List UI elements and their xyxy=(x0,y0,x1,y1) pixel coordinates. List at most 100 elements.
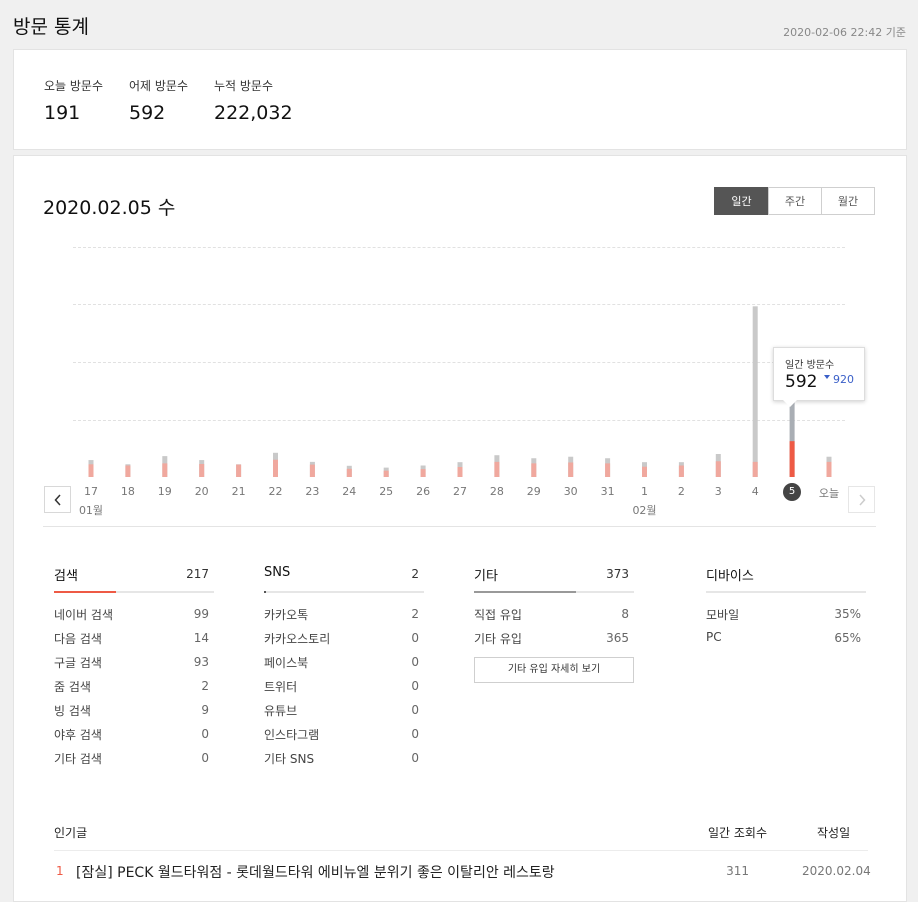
popular-date-header: 작성일 xyxy=(817,826,851,840)
bar-visits-28[interactable] xyxy=(494,461,500,477)
source-share-bar xyxy=(264,591,266,593)
bar-visits-27[interactable] xyxy=(457,467,463,477)
popular-views-header: 일간 조회수 xyxy=(708,826,768,840)
x-tick-label[interactable]: 19 xyxy=(150,485,180,498)
x-tick-label[interactable]: 21 xyxy=(224,485,254,498)
x-tick-label[interactable]: 31 xyxy=(593,485,623,498)
source-row-label: 기타 SNS xyxy=(264,752,315,766)
bar-visits-오늘[interactable] xyxy=(826,461,832,477)
source-row-label: 유튜브 xyxy=(264,704,298,718)
bar-visits-3[interactable] xyxy=(715,461,721,477)
x-tick-label[interactable]: 24 xyxy=(334,485,364,498)
source-row-label: 다음 검색 xyxy=(54,632,102,646)
device-row-value: 65% xyxy=(834,631,861,645)
bar-visits-4[interactable] xyxy=(752,461,758,477)
bar-visits-21[interactable] xyxy=(236,464,242,477)
bar-visits-19[interactable] xyxy=(162,463,168,477)
bar-visits-31[interactable] xyxy=(605,463,611,477)
chart-bars xyxy=(88,306,832,478)
x-tick-label[interactable]: 20 xyxy=(187,485,217,498)
x-tick-label[interactable]: 2 xyxy=(666,485,696,498)
source-row-label: 줌 검색 xyxy=(54,680,91,694)
bar-visits-17[interactable] xyxy=(88,464,94,477)
source-row-value: 0 xyxy=(201,727,209,741)
source-count-0: 217 xyxy=(186,567,209,581)
bar-visits-29[interactable] xyxy=(531,463,537,477)
source-count-2: 373 xyxy=(606,567,629,581)
x-tick-label[interactable]: 29 xyxy=(519,485,549,498)
source-underline xyxy=(264,591,424,593)
chart-tooltip: 일간 방문수 592 920 xyxy=(773,347,865,401)
source-row-label: 네이버 검색 xyxy=(54,608,114,622)
device-row-label: 모바일 xyxy=(706,608,740,622)
x-tick-label[interactable]: 오늘 xyxy=(814,485,844,501)
source-share-bar xyxy=(54,591,116,593)
chevron-right-icon xyxy=(858,494,866,506)
source-row-label: 빙 검색 xyxy=(54,704,91,718)
source-row-value: 0 xyxy=(201,751,209,765)
x-tick-label[interactable]: 26 xyxy=(408,485,438,498)
source-share-bar xyxy=(474,591,576,593)
source-row-value: 2 xyxy=(411,607,419,621)
bar-total-4[interactable] xyxy=(752,306,758,477)
bar-visits-20[interactable] xyxy=(199,463,205,477)
chart-prev-button[interactable] xyxy=(44,486,71,513)
bar-visits-30[interactable] xyxy=(568,462,574,477)
devices-underline xyxy=(706,591,866,593)
popular-row[interactable]: 1 [잠실] PECK 월드타워점 - 롯데월드타워 에비뉴엘 분위기 좋은 이… xyxy=(54,856,871,886)
source-row-label: 야후 검색 xyxy=(54,728,102,742)
source-row-label: 직접 유입 xyxy=(474,608,522,622)
bar-visits-2[interactable] xyxy=(678,465,684,478)
devices-title: 디바이스 xyxy=(706,569,754,584)
x-month-label: 01월 xyxy=(78,504,104,517)
source-row-value: 14 xyxy=(193,631,209,645)
x-tick-label[interactable]: 25 xyxy=(371,485,401,498)
source-title-1[interactable]: SNS xyxy=(264,565,290,580)
bar-visits-24[interactable] xyxy=(346,468,352,477)
x-month-label: 02월 xyxy=(632,504,657,517)
source-title-0[interactable]: 검색 xyxy=(54,565,78,584)
x-tick-label[interactable]: 1 xyxy=(630,485,660,498)
other-traffic-detail-button[interactable]: 기타 유입 자세히 보기 xyxy=(474,657,634,683)
source-row-label: 트위터 xyxy=(264,680,298,694)
source-row-value: 2 xyxy=(201,679,209,693)
source-count-1: 2 xyxy=(411,567,419,581)
source-row-value: 0 xyxy=(411,703,419,717)
device-row-label: PC xyxy=(706,630,722,644)
x-tick-label[interactable]: 3 xyxy=(703,485,733,498)
bar-visits-25[interactable] xyxy=(383,470,389,477)
x-tick-label[interactable]: 17 xyxy=(76,485,106,498)
x-tick-label[interactable]: 27 xyxy=(445,485,475,498)
x-tick-label[interactable]: 22 xyxy=(261,485,291,498)
tooltip-value: 592 xyxy=(785,372,818,392)
source-row-value: 8 xyxy=(621,607,629,621)
device-row-value: 35% xyxy=(834,607,861,621)
source-row-label: 기타 검색 xyxy=(54,752,102,766)
bar-visits-26[interactable] xyxy=(420,469,426,477)
source-row-label: 카카오스토리 xyxy=(264,632,331,646)
source-row-value: 365 xyxy=(606,631,629,645)
x-tick-label[interactable]: 28 xyxy=(482,485,512,498)
x-tick-label[interactable]: 4 xyxy=(740,485,770,498)
tooltip-pointer xyxy=(783,400,797,407)
x-tick-label[interactable]: 5 xyxy=(783,483,802,501)
bar-visits-18[interactable] xyxy=(125,465,131,478)
bar-visits-23[interactable] xyxy=(309,464,315,477)
source-row-label: 기타 유입 xyxy=(474,632,522,646)
source-row-value: 0 xyxy=(411,679,419,693)
section-divider xyxy=(43,526,876,527)
bar-visits-22[interactable] xyxy=(273,459,278,477)
source-row-value: 0 xyxy=(411,631,419,645)
source-row-value: 0 xyxy=(411,727,419,741)
bar-visits-5[interactable] xyxy=(789,441,795,477)
x-tick-label[interactable]: 18 xyxy=(113,485,143,498)
tooltip-label: 일간 방문수 xyxy=(785,360,835,371)
source-row-value: 99 xyxy=(193,607,209,621)
bar-visits-1[interactable] xyxy=(642,466,647,477)
chart-next-button[interactable] xyxy=(848,486,875,513)
popular-post-title[interactable]: [잠실] PECK 월드타워점 - 롯데월드타워 에비뉴엘 분위기 좋은 이탈리… xyxy=(76,862,555,882)
caret-down-icon xyxy=(824,375,830,379)
x-tick-label[interactable]: 30 xyxy=(556,485,586,498)
source-title-2[interactable]: 기타 xyxy=(474,565,498,584)
x-tick-label[interactable]: 23 xyxy=(297,485,327,498)
